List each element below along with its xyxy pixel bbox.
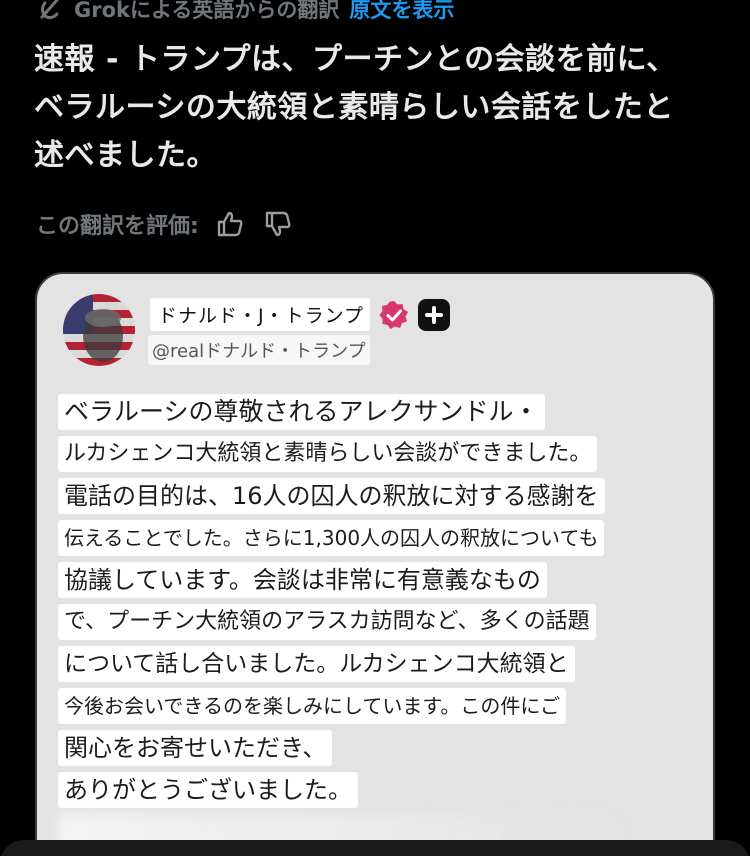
post-line: で、プーチン大統領のアラスカ訪問など、多くの話題: [58, 604, 596, 640]
author-handle[interactable]: @realドナルド・トランプ: [148, 335, 370, 365]
post-line: ベラルーシの尊敬されるアレクサンドル・: [58, 394, 545, 430]
translated-line: ベラルーシの大統領と素晴らしい会話をしたと: [34, 90, 674, 125]
plus-badge-icon: [418, 298, 451, 331]
translation-rating: この翻訳を評価:: [36, 206, 295, 242]
post-line: ルカシェンコ大統領と素晴らしい会談ができました。: [58, 436, 598, 472]
post-line: 今後お会いできるのを楽しみにしています。この件にご: [58, 688, 566, 724]
thumbs-down-icon[interactable]: [261, 207, 295, 241]
post-detail-view: Grokによる英語からの翻訳 原文を表示 速報 - トランプは、プーチンとの会談…: [0, 0, 750, 856]
translated-post-text: 速報 - トランプは、プーチンとの会談を前に、 ベラルーシの大統領と素晴らしい会…: [34, 36, 724, 180]
grok-icon: [36, 0, 64, 23]
rating-label: この翻訳を評価:: [36, 214, 199, 239]
author-name[interactable]: ドナルド・J・トランプ: [150, 298, 371, 331]
author-line: ドナルド・J・トランプ: [150, 298, 451, 331]
verified-badge-icon: [378, 299, 410, 331]
post-line: ありがとうございました。: [58, 772, 358, 808]
bottom-sheet[interactable]: [0, 840, 750, 856]
post-line: 電話の目的は、16人の囚人の釈放に対する感謝を: [58, 478, 605, 514]
thumbs-up-icon[interactable]: [213, 207, 247, 241]
post-line: 伝えることでした。さらに1,300人の囚人の釈放についても: [58, 520, 605, 556]
avatar[interactable]: [63, 294, 135, 366]
post-line: 関心をお寄せいただき、: [58, 730, 333, 766]
translated-line: 速報 - トランプは、プーチンとの会談を前に、: [34, 42, 677, 77]
translation-header: Grokによる英語からの翻訳 原文を表示: [36, 0, 454, 24]
show-original-link[interactable]: 原文を表示: [349, 0, 454, 24]
translated-line: 述べました。: [34, 138, 217, 173]
translation-credit: Grokによる英語からの翻訳: [74, 0, 340, 22]
quoted-post-card[interactable]: ドナルド・J・トランプ @realドナルド・トランプ ベラルーシの尊敬されるアレ…: [35, 272, 715, 856]
post-line: 協議しています。会談は非常に有意義なもの: [58, 562, 547, 598]
post-line: について話し合いました。ルカシェンコ大統領と: [58, 646, 575, 682]
